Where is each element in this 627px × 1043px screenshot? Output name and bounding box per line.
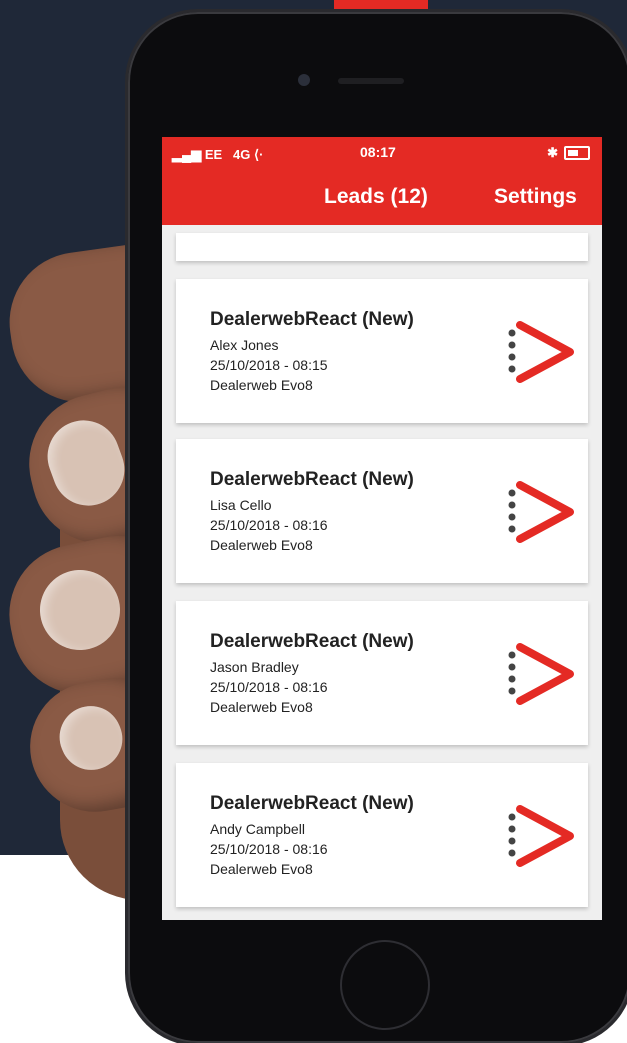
dealerweb-chevron-icon[interactable] [506,319,576,385]
lead-source: Dealerweb Evo8 [210,377,313,393]
carrier-label: EE [204,147,223,162]
earpiece-speaker [338,78,404,84]
bluetooth-icon: ✱ [547,145,558,160]
dealerweb-chevron-icon[interactable] [506,479,576,545]
lead-title: DealerwebReact (New) [210,309,414,330]
status-left: ▂▄▆ EE 4G ⟨· [172,147,263,163]
lead-name: Alex Jones [210,337,279,353]
lead-title: DealerwebReact (New) [210,469,414,490]
page-title: Leads (12) [324,185,428,208]
lead-card[interactable]: DealerwebReact (New) Jason Bradley 25/10… [176,601,588,745]
signal-icon: ▂▄▆ [172,147,202,162]
brand-accent-block [334,0,428,10]
dealerweb-chevron-icon[interactable] [506,641,576,707]
network-label: 4G [233,147,251,162]
lead-datetime: 25/10/2018 - 08:16 [210,517,328,533]
lead-name: Jason Bradley [210,659,299,675]
lead-datetime: 25/10/2018 - 08:16 [210,679,328,695]
nav-bar: Leads (12) Settings [162,173,602,225]
lead-card[interactable]: DealerwebReact (New) Lisa Cello 25/10/20… [176,439,588,583]
lead-datetime: 25/10/2018 - 08:15 [210,357,328,373]
lead-card[interactable]: DealerwebReact (New) Andy Campbell 25/10… [176,763,588,907]
lead-name: Lisa Cello [210,497,272,513]
lead-source: Dealerweb Evo8 [210,699,313,715]
lead-source: Dealerweb Evo8 [210,861,313,877]
app-screen: ▂▄▆ EE 4G ⟨· 08:17 ✱ Leads (12) Settings… [162,137,602,920]
status-bar: ▂▄▆ EE 4G ⟨· 08:17 ✱ [162,137,602,173]
lead-datetime: 25/10/2018 - 08:16 [210,841,328,857]
dealerweb-chevron-icon[interactable] [506,803,576,869]
lead-source: Dealerweb Evo8 [210,537,313,553]
home-button[interactable] [342,942,428,1028]
lead-title: DealerwebReact (New) [210,793,414,814]
settings-button[interactable]: Settings [494,185,577,209]
lead-title: DealerwebReact (New) [210,631,414,652]
lead-card-partial[interactable] [176,233,588,261]
battery-icon [564,146,590,160]
lead-name: Andy Campbell [210,821,305,837]
status-time: 08:17 [360,144,396,160]
front-camera [298,74,310,86]
lead-card[interactable]: DealerwebReact (New) Alex Jones 25/10/20… [176,279,588,423]
status-right: ✱ [547,145,590,161]
activity-icon: ⟨· [254,147,264,162]
